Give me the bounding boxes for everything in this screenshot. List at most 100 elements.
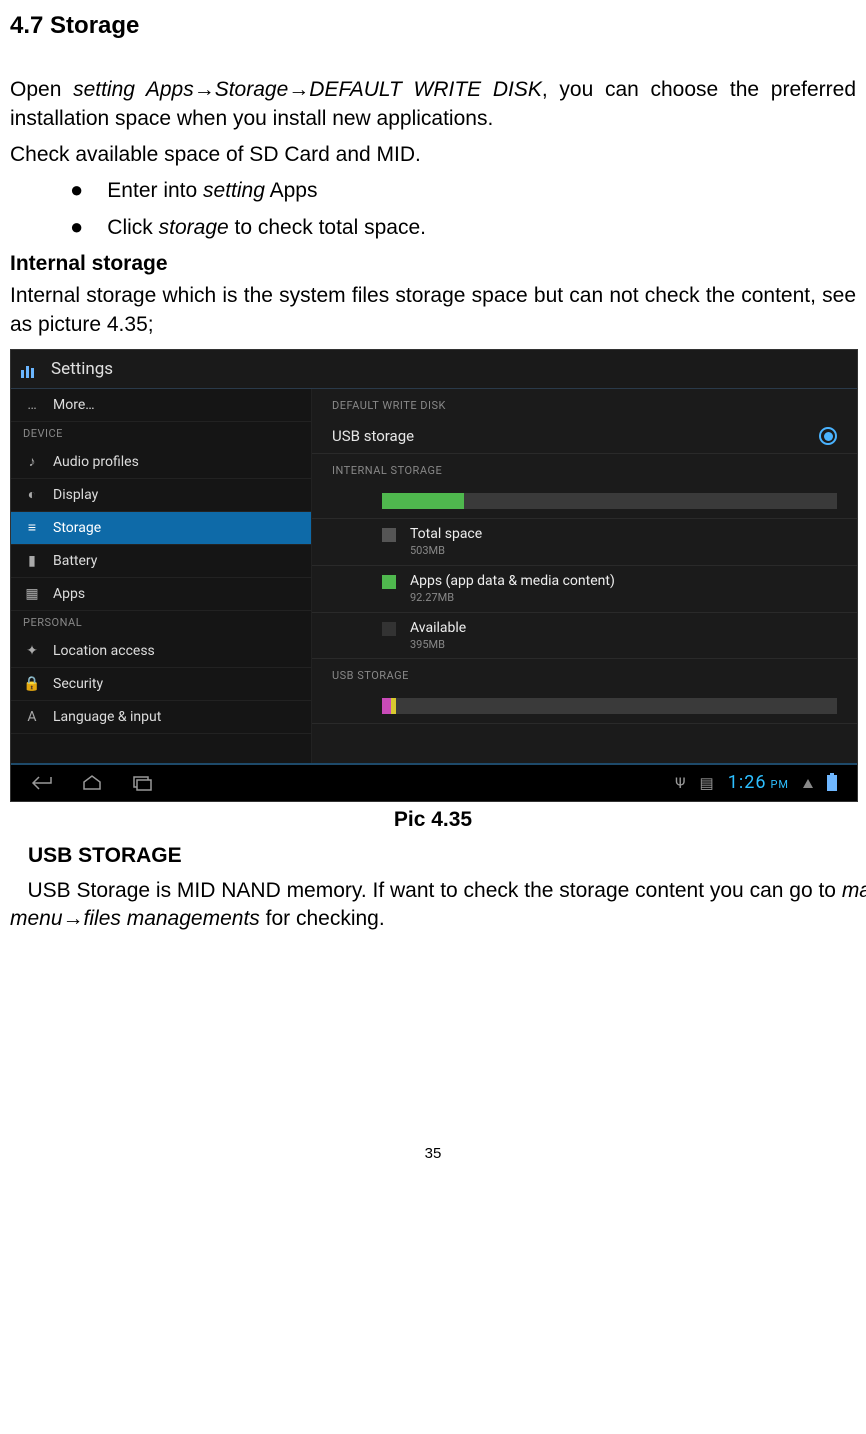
label: Total space: [410, 525, 482, 544]
lock-icon: 🔒: [23, 675, 41, 694]
txt: Click: [107, 216, 158, 239]
usb-fill-b: [391, 698, 396, 714]
swatch-total-icon: [382, 528, 396, 542]
clock: 1:26 PM: [728, 771, 789, 795]
intro-paragraph: Open setting Apps→Storage→DEFAULT WRITE …: [10, 76, 856, 133]
swatch-apps-icon: [382, 575, 396, 589]
txt: for checking.: [260, 907, 385, 930]
arrow-icon: →: [288, 78, 309, 101]
check-paragraph: Check available space of SD Card and MID…: [10, 141, 856, 169]
it: storage: [159, 216, 229, 239]
default-write-disk-italic: DEFAULT WRITE DISK: [309, 78, 542, 101]
value: 395MB: [410, 638, 466, 653]
txt: Open: [10, 78, 73, 101]
value: 92.27MB: [410, 591, 615, 606]
sd-card-icon: ▤: [700, 773, 714, 793]
option-usb-storage[interactable]: USB storage: [312, 419, 857, 454]
battery-icon: [827, 775, 837, 791]
nav-keys: [31, 775, 153, 791]
it: setting: [203, 179, 265, 202]
storage-italic: Storage: [215, 78, 289, 101]
settings-content: DEFAULT WRITE DISK USB storage INTERNAL …: [312, 389, 857, 766]
settings-screenshot: Settings … More… DEVICE ♪ Audio profiles…: [10, 349, 858, 802]
label: Location access: [53, 642, 155, 661]
sidebar-item-language[interactable]: A Language & input: [11, 701, 311, 734]
txt: USB Storage is MID NAND memory. If want …: [10, 879, 842, 902]
battery-icon: ▮: [23, 552, 41, 571]
internal-usage-bar-row: [312, 484, 857, 519]
usb-icon: Ψ: [675, 773, 685, 793]
settings-sidebar: … More… DEVICE ♪ Audio profiles ◐ Displa…: [11, 389, 312, 766]
display-icon: ◐: [23, 486, 41, 505]
arrow-icon: →: [63, 907, 84, 930]
value: 503MB: [410, 544, 482, 559]
sidebar-item-security[interactable]: 🔒 Security: [11, 668, 311, 701]
sidebar-item-apps[interactable]: ▦ Apps: [11, 578, 311, 611]
section-heading: 4.7 Storage: [10, 10, 856, 42]
usb-usage-bar-row: [312, 689, 857, 724]
clock-time: 1:26: [728, 771, 767, 795]
bullet-text: Enter into setting Apps: [107, 177, 317, 205]
usb-storage-heading: USB STORAGE: [28, 842, 856, 870]
settings-body: … More… DEVICE ♪ Audio profiles ◐ Displa…: [11, 389, 857, 766]
usb-storage-paragraph: USB Storage is MID NAND memory. If want …: [10, 877, 856, 934]
bullet-text: Click storage to check total space.: [107, 214, 426, 242]
category-internal-storage: INTERNAL STORAGE: [312, 454, 857, 484]
txt: to check total space.: [229, 216, 426, 239]
sidebar-category-personal: PERSONAL: [11, 611, 311, 635]
bullet-icon: ●: [70, 214, 83, 242]
txt: Apps: [265, 179, 318, 202]
row-apps[interactable]: Apps (app data & media content) 92.27MB: [312, 566, 857, 613]
radio-on-icon: [819, 427, 837, 445]
row-available[interactable]: Available 395MB: [312, 613, 857, 660]
settings-icon: [21, 360, 39, 378]
usb-fill-a: [382, 698, 391, 714]
internal-storage-heading: Internal storage: [10, 250, 856, 278]
settings-title: Settings: [51, 358, 113, 381]
sidebar-item-battery[interactable]: ▮ Battery: [11, 545, 311, 578]
sidebar-item-display[interactable]: ◐ Display: [11, 479, 311, 512]
row-total-space[interactable]: Total space 503MB: [312, 519, 857, 566]
label: USB storage: [332, 426, 414, 446]
usb-usage-bar: [382, 698, 837, 714]
label: Available: [410, 619, 466, 638]
audio-icon: ♪: [23, 453, 41, 472]
label: Apps (app data & media content): [410, 572, 615, 591]
swatch-available-icon: [382, 622, 396, 636]
category-usb-storage: USB STORAGE: [312, 659, 857, 689]
document-page: 4.7 Storage Open setting Apps→Storage→DE…: [0, 0, 866, 1174]
page-number: 35: [10, 1144, 856, 1164]
sidebar-item-audio[interactable]: ♪ Audio profiles: [11, 446, 311, 479]
storage-icon: ≡: [23, 519, 41, 538]
bullet-list: ● Enter into setting Apps ● Click storag…: [10, 177, 856, 242]
label: Battery: [53, 552, 97, 571]
arrow-icon: →: [194, 78, 215, 101]
clock-ampm: PM: [770, 778, 789, 793]
internal-usage-bar: [382, 493, 837, 509]
android-nav-bar: Ψ ▤ 1:26 PM: [11, 763, 857, 801]
internal-usage-fill: [382, 493, 464, 509]
list-item: ● Click storage to check total space.: [70, 214, 856, 242]
status-bar: Ψ ▤ 1:26 PM: [675, 771, 837, 795]
label: Display: [53, 486, 98, 505]
location-icon: ✦: [23, 642, 41, 661]
label: More…: [53, 396, 95, 415]
bullet-icon: ●: [70, 177, 83, 205]
txt: Enter into: [107, 179, 203, 202]
language-icon: A: [23, 708, 41, 727]
list-item: ● Enter into setting Apps: [70, 177, 856, 205]
setting-apps-italic: setting Apps: [73, 78, 194, 101]
signal-icon: [803, 779, 813, 788]
sidebar-item-location[interactable]: ✦ Location access: [11, 635, 311, 668]
label: Apps: [53, 585, 85, 604]
sidebar-item-storage[interactable]: ≡ Storage: [11, 512, 311, 545]
back-icon[interactable]: [31, 775, 53, 791]
sidebar-item-more[interactable]: … More…: [11, 389, 311, 422]
recents-icon[interactable]: [131, 775, 153, 791]
label: Audio profiles: [53, 453, 139, 472]
more-icon: …: [23, 396, 41, 415]
label: Language & input: [53, 708, 161, 727]
sidebar-category-device: DEVICE: [11, 422, 311, 446]
home-icon[interactable]: [81, 775, 103, 791]
settings-header: Settings: [11, 350, 857, 389]
